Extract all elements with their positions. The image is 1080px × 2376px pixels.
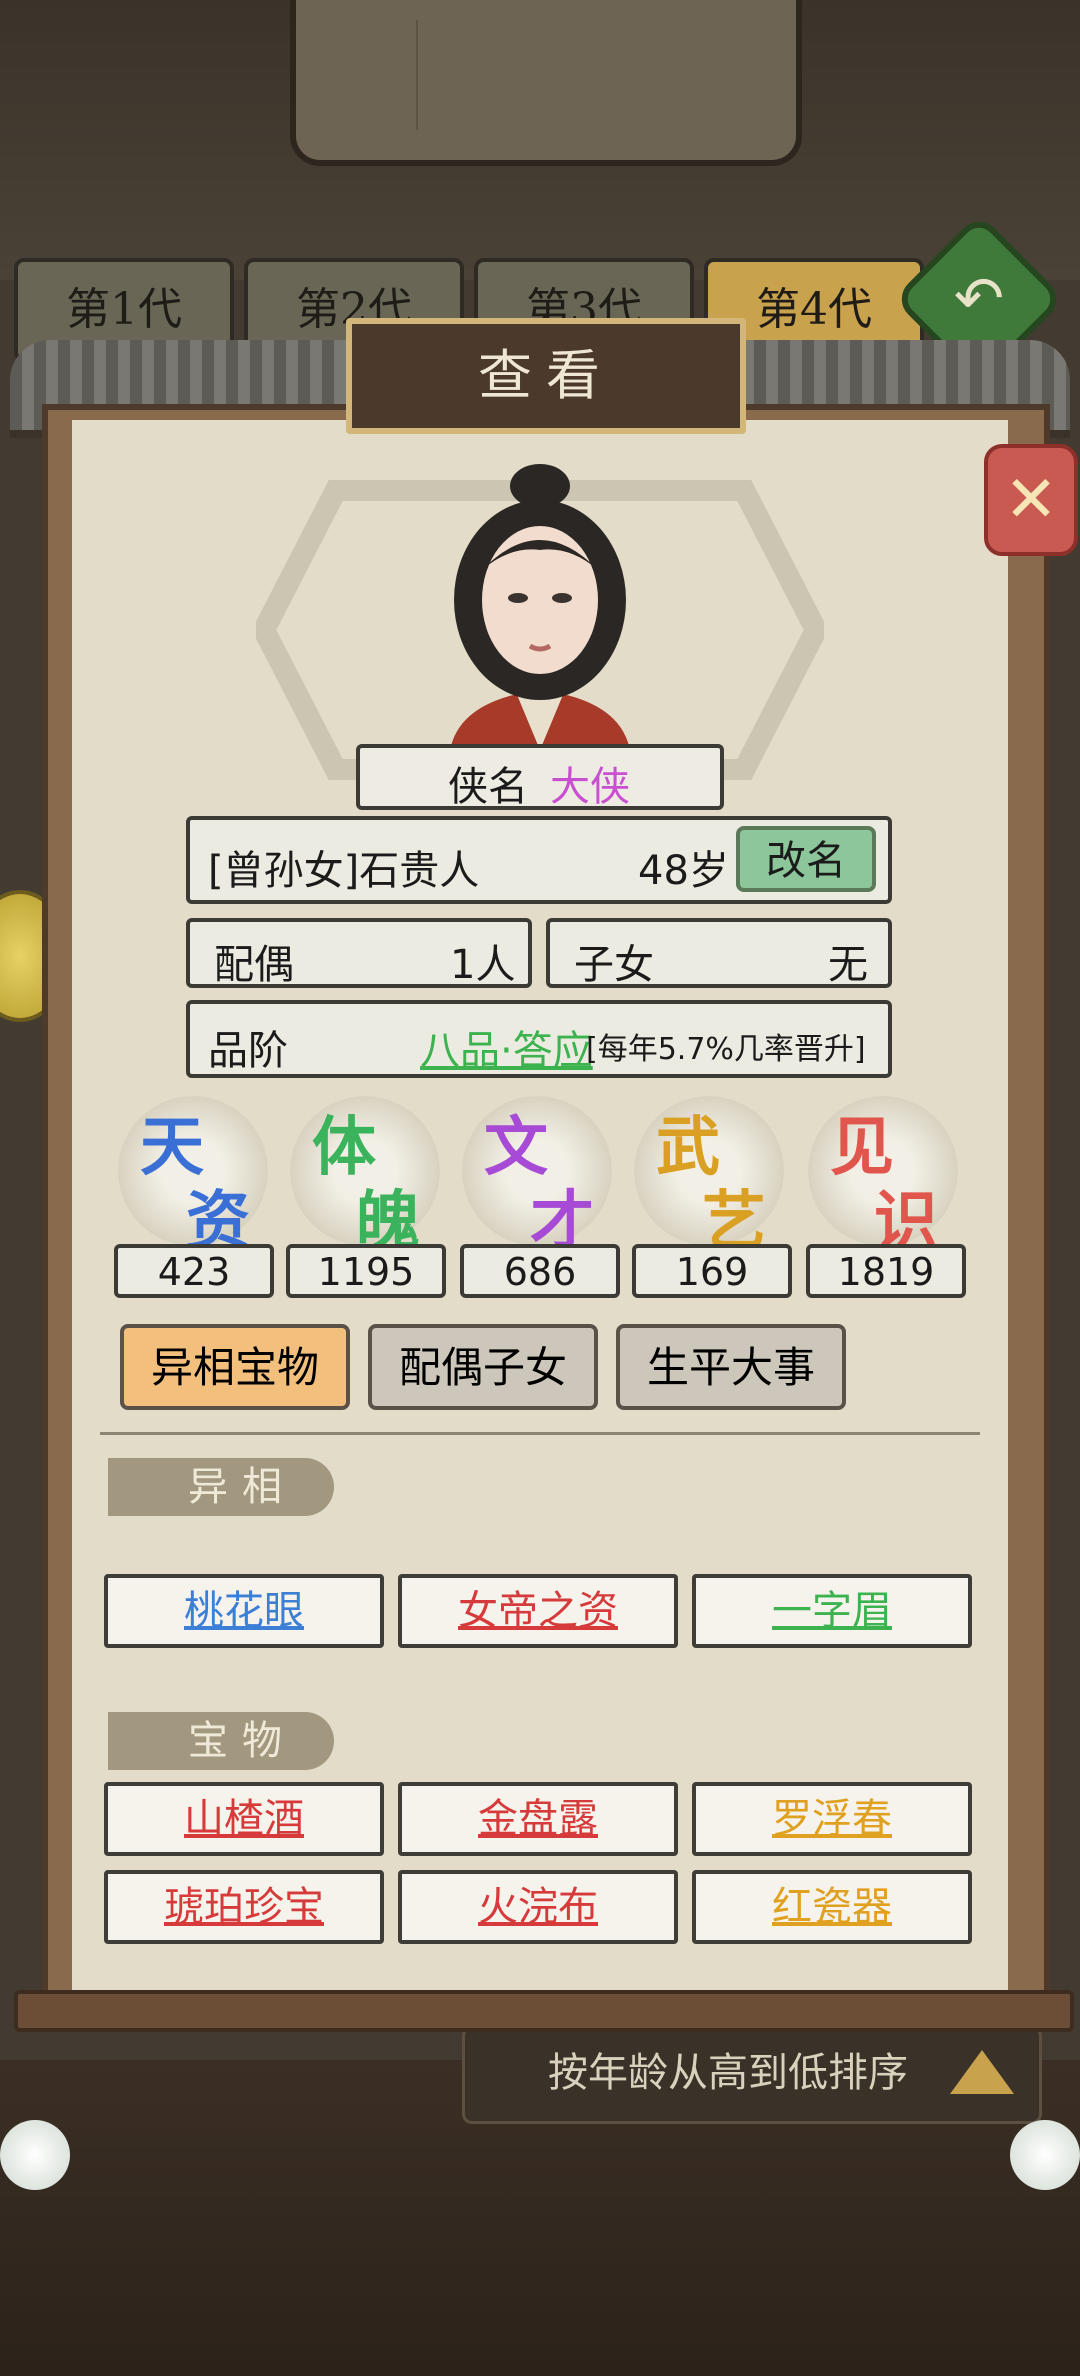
stat-aptitude-value: 423: [114, 1244, 274, 1298]
rank-label: 品阶: [208, 1028, 288, 1074]
children-label: 子女: [574, 942, 654, 988]
tab-spouse-children[interactable]: 配偶子女: [368, 1324, 598, 1410]
rename-button[interactable]: 改名: [736, 826, 876, 892]
children-value: 无: [828, 942, 868, 988]
window-lattice-decoration: [290, 0, 802, 166]
title-label: 侠名: [448, 764, 528, 810]
sort-triangle-icon[interactable]: [950, 2050, 1014, 2094]
spouse-box: 配偶 1人: [186, 918, 532, 988]
treasure-item[interactable]: 红瓷器: [692, 1870, 972, 1944]
trait-item[interactable]: 一字眉: [692, 1574, 972, 1648]
tab-traits-treasures[interactable]: 异相宝物: [120, 1324, 350, 1410]
treasures-header: 宝物: [108, 1712, 334, 1770]
panel-base: [14, 1990, 1074, 2032]
treasure-item[interactable]: 火浣布: [398, 1870, 678, 1944]
dialog-title: 查看: [346, 318, 746, 434]
stat-physique-value: 1195: [286, 1244, 446, 1298]
close-icon[interactable]: ✕: [984, 444, 1078, 556]
treasure-item[interactable]: 琥珀珍宝: [104, 1870, 384, 1944]
character-age: 48岁: [638, 848, 729, 894]
sort-label: 按年龄从高到低排序: [548, 2050, 908, 2096]
rank-box: 品阶 八品·答应 [每年5.7%几率晋升]: [186, 1000, 892, 1078]
spouse-value: 1人: [450, 942, 516, 988]
treasure-item[interactable]: 山楂酒: [104, 1782, 384, 1856]
trait-item[interactable]: 桃花眼: [104, 1574, 384, 1648]
trait-item[interactable]: 女帝之资: [398, 1574, 678, 1648]
character-portrait: [450, 464, 630, 750]
stat-insight-value: 1819: [806, 1244, 966, 1298]
treasure-item[interactable]: 金盘露: [398, 1782, 678, 1856]
flower-decoration-icon: [1010, 2120, 1080, 2190]
rank-note: [每年5.7%几率晋升]: [586, 1032, 866, 1067]
rank-value[interactable]: 八品·答应: [420, 1018, 593, 1076]
divider: [100, 1432, 980, 1435]
title-plate: 侠名 大侠: [356, 744, 724, 810]
stat-martial-value: 169: [632, 1244, 792, 1298]
flower-decoration-icon: [0, 2120, 70, 2190]
treasure-item[interactable]: 罗浮春: [692, 1782, 972, 1856]
spouse-label: 配偶: [214, 942, 294, 988]
stat-literacy-value: 686: [460, 1244, 620, 1298]
children-box: 子女 无: [546, 918, 892, 988]
back-arrow-icon: ↶: [953, 264, 1005, 334]
title-value: 大侠: [550, 764, 630, 810]
tab-life-events[interactable]: 生平大事: [616, 1324, 846, 1410]
traits-header: 异相: [108, 1458, 334, 1516]
character-name: [曾孙女]石贵人: [208, 848, 480, 894]
